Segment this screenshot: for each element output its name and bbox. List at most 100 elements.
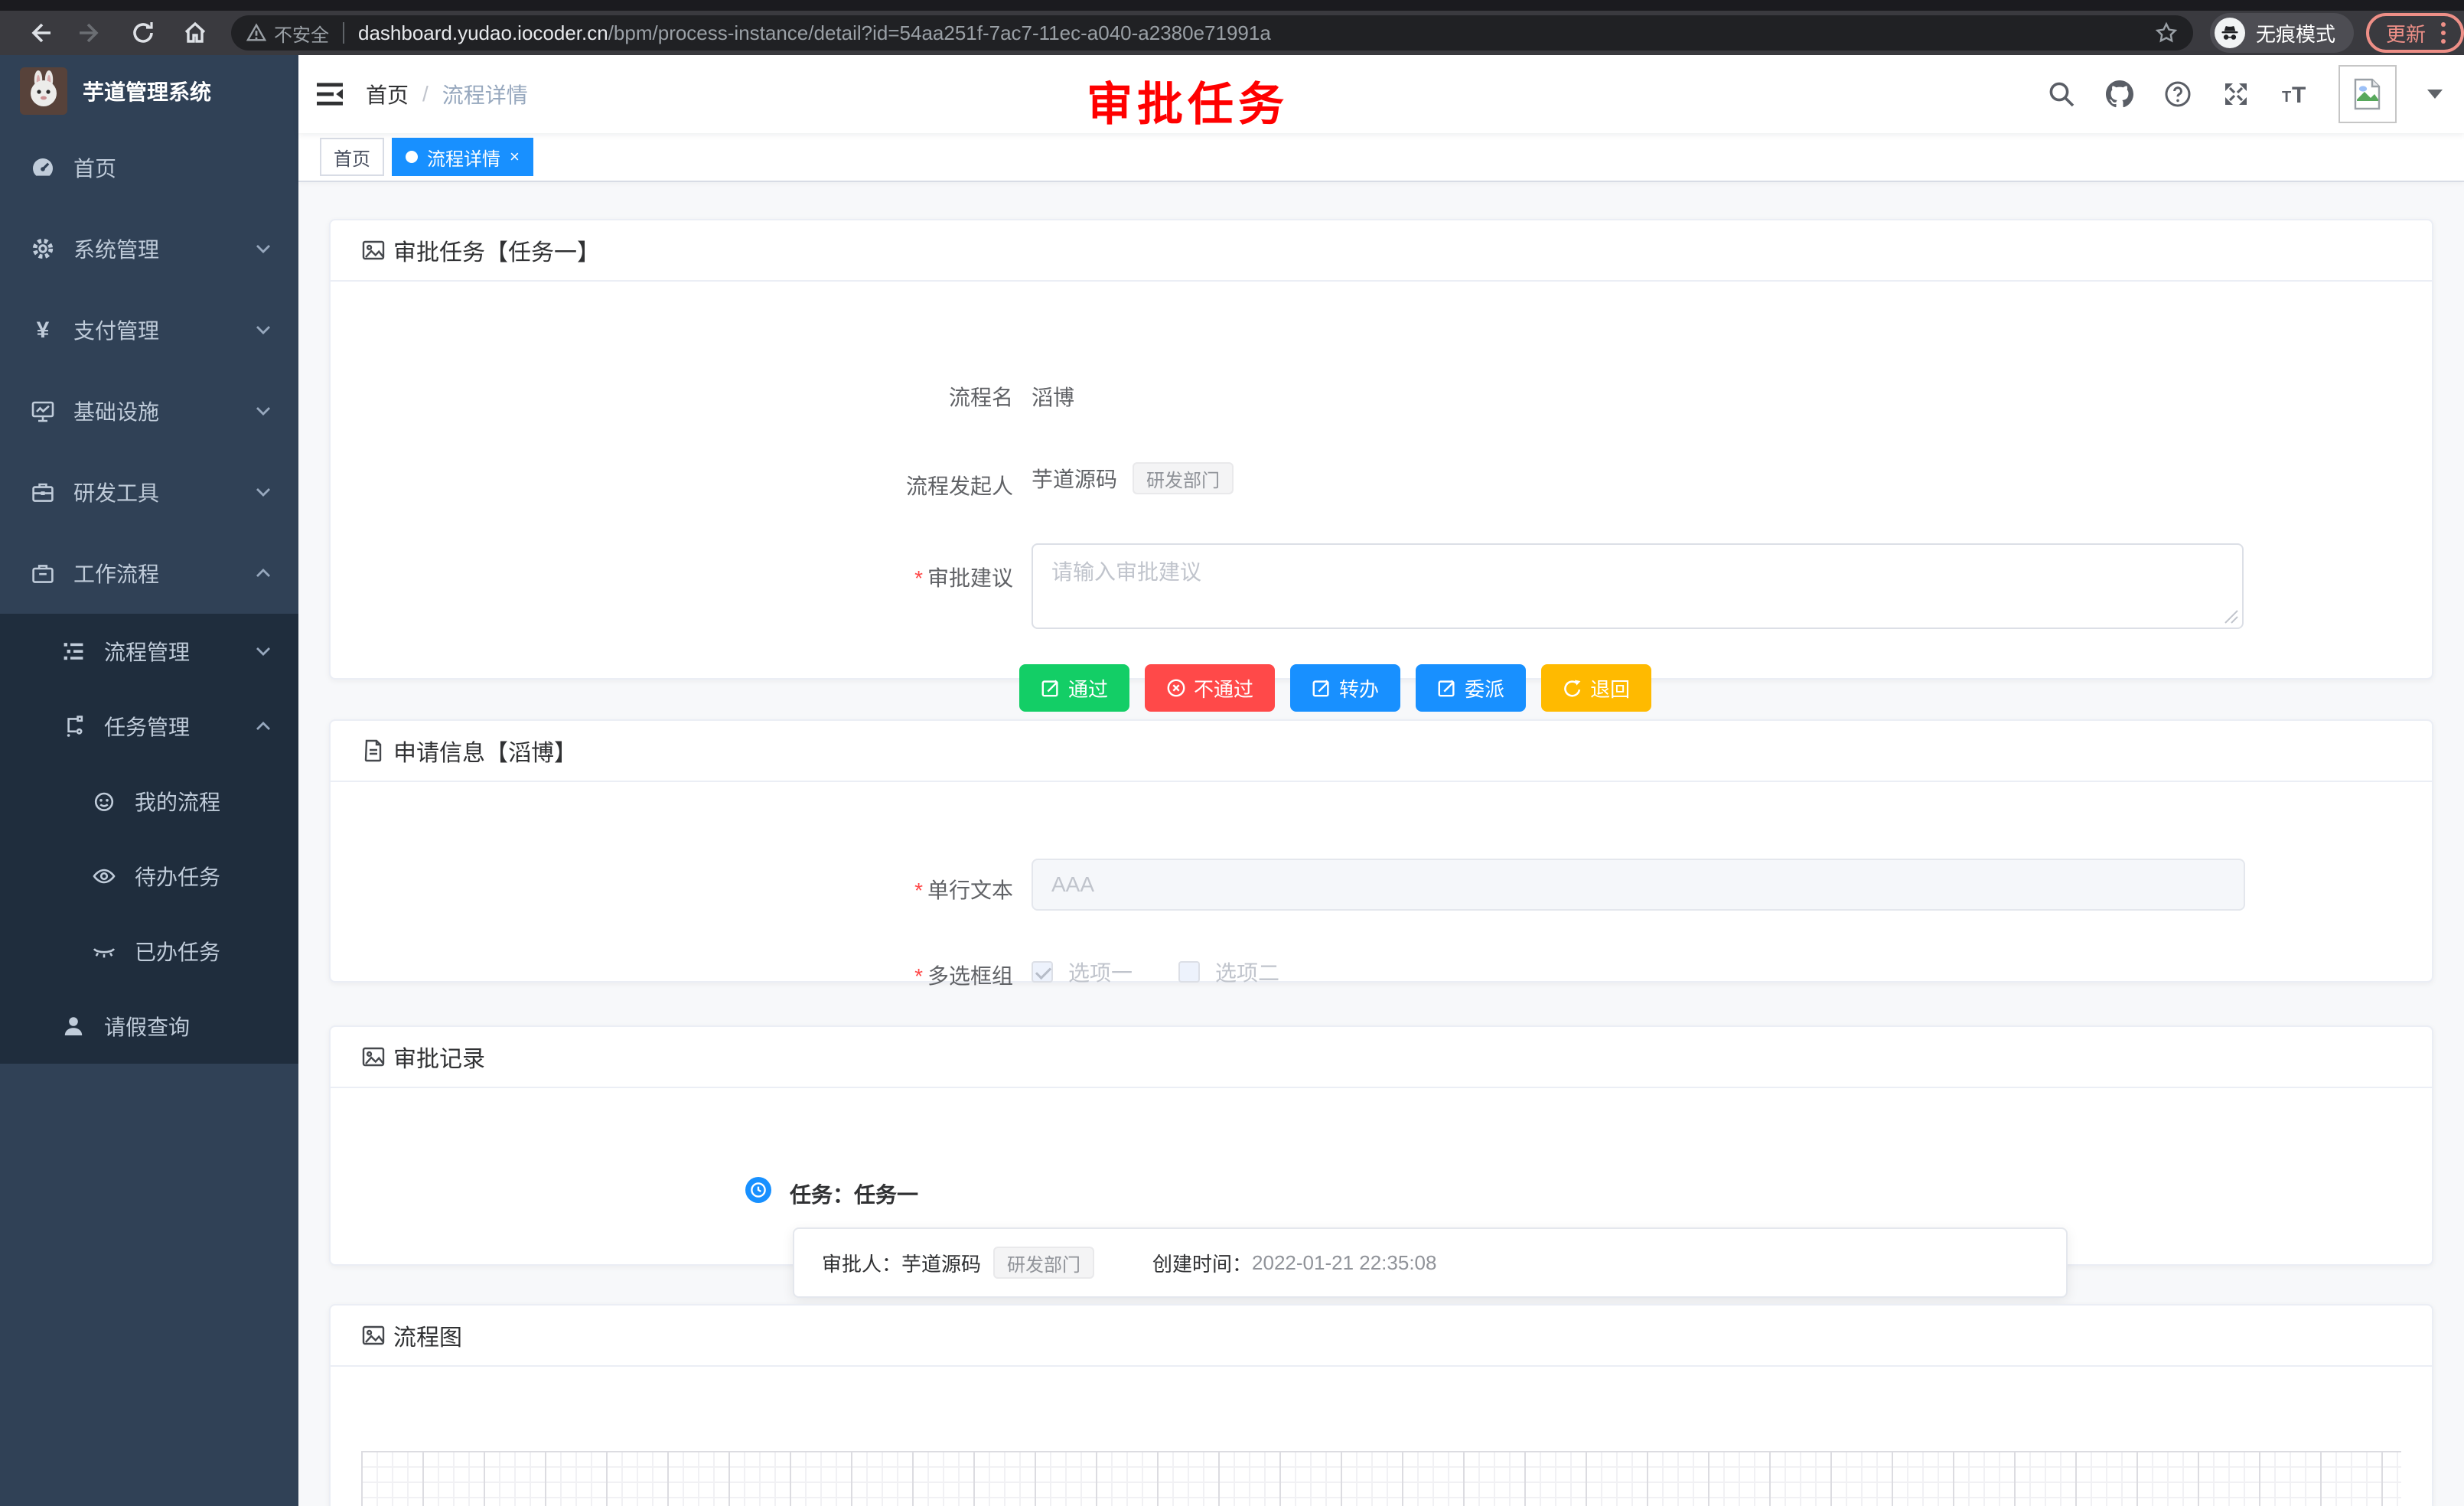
help-icon[interactable] [2164, 80, 2192, 108]
sidebar-item-done-tasks[interactable]: 已办任务 [0, 914, 298, 989]
breadcrumb-home[interactable]: 首页 [366, 79, 409, 109]
update-label[interactable]: 更新 [2386, 19, 2426, 47]
user-icon [61, 1014, 86, 1038]
bpmn-diagram-canvas[interactable] [361, 1451, 2401, 1506]
avatar-caret-icon[interactable] [2427, 90, 2443, 99]
opinion-textarea[interactable]: 请输入审批建议 [1032, 543, 2244, 629]
checkbox-option-2[interactable]: 选项二 [1178, 957, 1279, 987]
page-content: 审批任务【任务一】 流程名 滔博 流程发起人 芋道源码 研发部门 *审批建议 请… [298, 184, 2464, 1506]
approve-button[interactable]: 通过 [1019, 664, 1129, 712]
main-area: 首页 / 流程详情 TT 首页 流程详情 × [298, 55, 2464, 1506]
sidebar-item-task-mgmt[interactable]: 任务管理 [0, 689, 298, 764]
svg-text:T: T [2292, 83, 2306, 108]
fullscreen-icon[interactable] [2222, 80, 2250, 108]
hamburger-icon[interactable] [314, 78, 346, 110]
tags-view: 首页 流程详情 × [298, 133, 2464, 182]
chevron-down-icon [256, 487, 271, 497]
sidebar-item-process-mgmt[interactable]: 流程管理 [0, 614, 298, 689]
back-icon[interactable] [26, 20, 52, 46]
sidebar: 芋道管理系统 首页 系统管理 ¥ 支付管理 基础设施 研发工具 工作 [0, 55, 298, 1506]
checkbox-option-1[interactable]: 选项一 [1032, 957, 1133, 987]
tag-home[interactable]: 首页 [320, 138, 384, 176]
url-text[interactable]: dashboard.yudao.iocoder.cn/bpm/process-i… [358, 21, 1271, 45]
tag-close-icon[interactable]: × [510, 148, 520, 165]
resize-grip-icon[interactable] [2224, 609, 2239, 624]
sidebar-item-workflow[interactable]: 工作流程 [0, 533, 298, 614]
circle-close-icon [1166, 678, 1186, 698]
approver-label: 审批人： [822, 1249, 901, 1277]
sidebar-item-label: 首页 [73, 152, 116, 183]
home-icon[interactable] [182, 20, 208, 46]
approver-name: 芋道源码 [901, 1249, 981, 1277]
sidebar-item-system[interactable]: 系统管理 [0, 208, 298, 289]
sidebar-item-payment[interactable]: ¥ 支付管理 [0, 289, 298, 370]
process-name-label: 流程名 [631, 381, 1013, 412]
app-logo[interactable]: 芋道管理系统 [0, 55, 298, 127]
chevron-down-icon [256, 647, 271, 656]
annotation-text: 审批任务 [1087, 67, 1289, 134]
reload-icon[interactable] [130, 20, 156, 46]
github-icon[interactable] [2106, 80, 2133, 108]
picture-icon [361, 238, 386, 262]
delegate-button[interactable]: 委派 [1416, 664, 1526, 712]
application-info-card: 申请信息【滔博】 *单行文本 *多选框组 选项一 选项二 [329, 719, 2433, 983]
sidebar-item-label: 工作流程 [73, 558, 159, 588]
app-title: 芋道管理系统 [83, 76, 211, 106]
single-line-input[interactable] [1032, 859, 2245, 911]
initiator-label: 流程发起人 [631, 470, 1013, 500]
timeline-clock-icon [745, 1177, 771, 1203]
transfer-button[interactable]: 转办 [1290, 664, 1400, 712]
search-icon[interactable] [2048, 80, 2075, 108]
sidebar-item-label: 请假查询 [104, 1011, 190, 1041]
monitor-icon [31, 399, 55, 423]
approval-record-item: 审批人： 芋道源码 研发部门 创建时间： 2022-01-21 22:35:08 [793, 1227, 2068, 1298]
sidebar-item-todo-tasks[interactable]: 待办任务 [0, 839, 298, 914]
process-diagram-card: 流程图 [329, 1304, 2433, 1506]
gear-icon [31, 236, 55, 261]
refresh-left-icon [1563, 678, 1582, 698]
chevron-down-icon [256, 325, 271, 334]
sidebar-item-infra[interactable]: 基础设施 [0, 370, 298, 451]
process-name-value: 滔博 [1032, 381, 1074, 412]
svg-text:¥: ¥ [37, 318, 50, 342]
font-size-icon[interactable]: TT [2280, 80, 2308, 108]
logo-image [20, 67, 67, 115]
timeline-task-title: 任务：任务一 [790, 1178, 918, 1209]
edit-icon [1312, 678, 1331, 698]
url-bar[interactable]: 不安全 dashboard.yudao.iocoder.cn/bpm/proce… [231, 15, 2193, 51]
sidebar-item-home[interactable]: 首页 [0, 127, 298, 208]
edit-icon [1041, 678, 1061, 698]
workflow-submenu: 流程管理 任务管理 我的流程 待办任务 已办任务 请假 [0, 614, 298, 1064]
avatar[interactable] [2339, 65, 2397, 123]
return-button[interactable]: 退回 [1541, 664, 1651, 712]
sidebar-item-my-process[interactable]: 我的流程 [0, 764, 298, 839]
screen: 不安全 dashboard.yudao.iocoder.cn/bpm/proce… [0, 0, 2464, 1506]
card-title: 申请信息【滔博】 [393, 734, 577, 768]
security-label[interactable]: 不安全 [274, 20, 329, 47]
dashboard-icon [31, 155, 55, 180]
svg-text:T: T [2282, 89, 2291, 106]
sidebar-item-leave-query[interactable]: 请假查询 [0, 989, 298, 1064]
sidebar-item-label: 待办任务 [135, 861, 220, 892]
create-time-value: 2022-01-21 22:35:08 [1252, 1251, 1436, 1275]
approval-task-card: 审批任务【任务一】 流程名 滔博 流程发起人 芋道源码 研发部门 *审批建议 请… [329, 219, 2433, 680]
tag-process-detail[interactable]: 流程详情 × [392, 138, 533, 176]
reject-button[interactable]: 不通过 [1145, 664, 1275, 712]
breadcrumb-separator: / [422, 82, 429, 106]
sidebar-item-devtools[interactable]: 研发工具 [0, 451, 298, 533]
sidebar-item-label: 流程管理 [104, 636, 190, 667]
tree-icon [61, 714, 86, 738]
bookmark-star-icon[interactable] [2155, 21, 2178, 44]
checkbox-unchecked-icon [1178, 961, 1200, 983]
forward-icon[interactable] [78, 20, 104, 46]
chevron-down-icon [256, 244, 271, 253]
sidebar-item-label: 系统管理 [73, 233, 159, 264]
dept-tag: 研发部门 [1133, 462, 1234, 494]
browser-update-button[interactable]: 更新 [2366, 13, 2464, 53]
card-title: 审批记录 [393, 1040, 485, 1074]
edit-icon [1437, 678, 1457, 698]
browser-menu-icon[interactable] [2438, 19, 2449, 47]
browser-chrome: 不安全 dashboard.yudao.iocoder.cn/bpm/proce… [0, 0, 2464, 55]
incognito-label: 无痕模式 [2256, 19, 2335, 47]
sidebar-item-label: 任务管理 [104, 711, 190, 742]
